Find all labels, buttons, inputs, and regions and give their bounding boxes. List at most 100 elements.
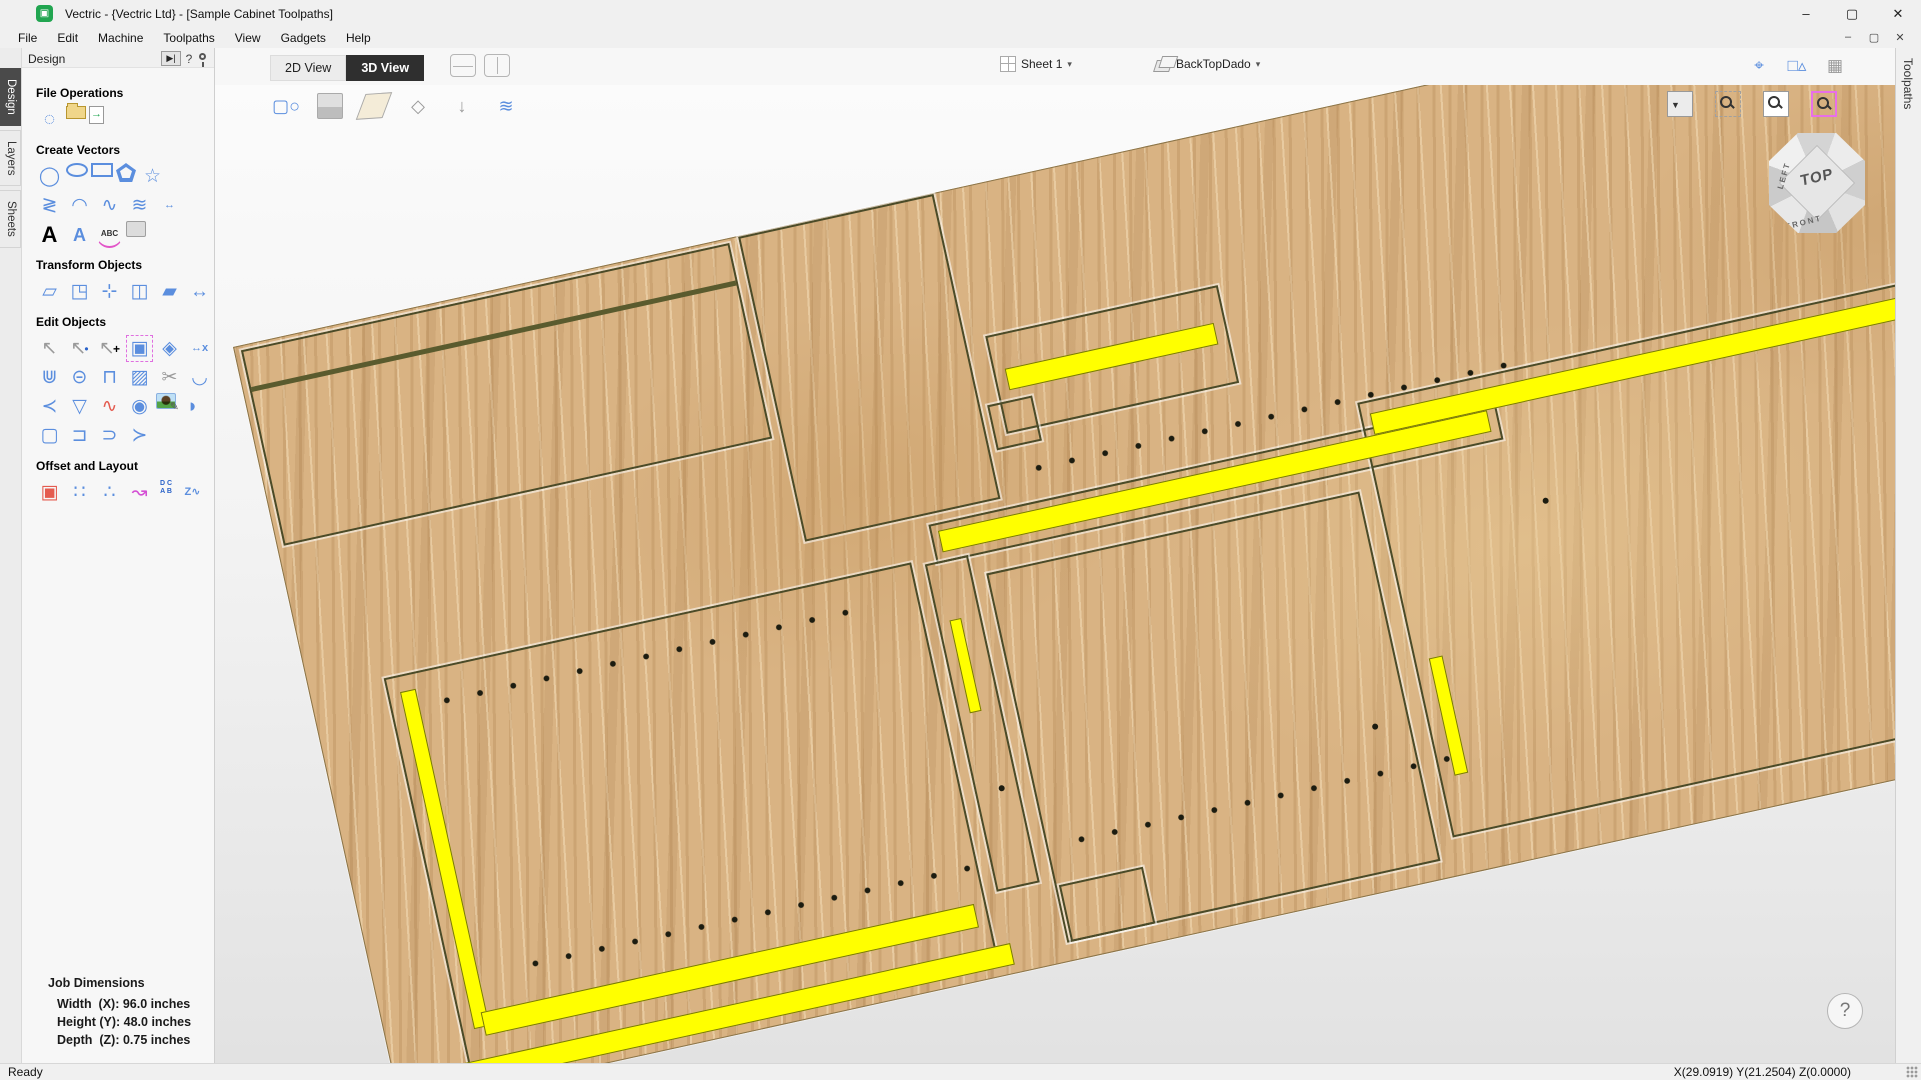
section-title-file-operations: File Operations (36, 86, 214, 100)
toggle-vectors-icon[interactable]: ▢○ (273, 93, 299, 119)
menu-item[interactable]: Machine (88, 29, 153, 47)
text-on-curve-icon[interactable]: ABC (96, 221, 123, 248)
import-vectors-icon[interactable] (89, 106, 104, 124)
panel-title: Design (28, 52, 65, 66)
toolpaths-tab-strip: Toolpaths (1895, 48, 1921, 1063)
tab-toolpaths[interactable]: Toolpaths (1896, 48, 1920, 119)
open-file-icon[interactable] (66, 106, 86, 119)
zoom-to-selection-icon[interactable] (1715, 91, 1741, 117)
draw-star-icon[interactable]: ☆ (139, 163, 166, 190)
weld-vectors-icon[interactable]: ⋓ (36, 364, 63, 391)
smart-snapping-icon[interactable]: □▵ (1785, 53, 1809, 77)
sheet-selector[interactable]: Sheet 1 ▾ (1000, 56, 1072, 72)
side-tab[interactable]: Design (0, 68, 21, 126)
hatch-fill-icon[interactable]: ▨ (126, 364, 153, 391)
grid-snap-icon[interactable]: ▦ (1823, 53, 1847, 77)
fit-curve-icon[interactable]: ∿ (96, 393, 123, 420)
draw-arc-icon[interactable]: ◠ (66, 192, 93, 219)
intersect-vectors-icon[interactable]: ⊓ (96, 364, 123, 391)
snap-geometry-icon[interactable]: ⌖ (1747, 53, 1771, 77)
round-corners-icon[interactable]: ▢ (36, 422, 63, 449)
draw-curve-icon[interactable]: ∿ (96, 192, 123, 219)
menu-item[interactable]: Toolpaths (153, 29, 224, 47)
move-selection-icon[interactable]: ▱ (36, 278, 63, 305)
view-down-z-icon[interactable] (1667, 91, 1693, 117)
extend-vectors-icon[interactable]: ⊃ (96, 422, 123, 449)
interactive-move-tool-icon[interactable]: ↖ (96, 335, 123, 362)
create-text-block-icon[interactable]: A (66, 221, 93, 248)
sharpen-corner-icon[interactable]: ▽ (66, 393, 93, 420)
view-tab[interactable]: 3D View (346, 55, 424, 81)
side-tab[interactable]: Layers (0, 130, 21, 187)
draw-ellipse-icon[interactable] (66, 163, 88, 177)
view-tab[interactable]: 2D View (270, 55, 346, 81)
maximize-button[interactable]: ▢ (1829, 0, 1875, 27)
chamfer-corners-icon[interactable]: ≻ (126, 422, 153, 449)
weld-shapes-icon[interactable]: ◈ (156, 335, 183, 362)
zoom-box-icon[interactable] (1811, 91, 1837, 117)
toggle-origin-axes-icon[interactable]: ↓ (449, 93, 475, 119)
panel-help-icon[interactable]: ? (181, 52, 197, 66)
status-bar: Ready X(29.0919) Y(21.2504) Z(0.0000) (0, 1063, 1921, 1080)
draw-polygon-icon[interactable] (116, 163, 136, 182)
select-tool-icon[interactable]: ↖ (36, 335, 63, 362)
toggle-bitmaps-icon[interactable] (317, 93, 343, 119)
menu-item[interactable]: View (225, 29, 271, 47)
trim-vectors-icon[interactable]: ✂ (156, 364, 183, 391)
help-button[interactable]: ? (1827, 993, 1863, 1029)
pin-icon[interactable] (199, 53, 206, 60)
mdi-restore-button[interactable]: ▢ (1863, 31, 1885, 44)
offset-vectors-icon[interactable]: ▣ (36, 479, 63, 506)
resize-grip-icon[interactable] (1906, 1066, 1918, 1078)
toggle-material-icon[interactable] (356, 92, 392, 120)
measure-tool-icon[interactable]: ↔x (186, 335, 213, 362)
distort-icon[interactable]: ▰ (156, 278, 183, 305)
draw-dimension-icon[interactable]: ↔ (156, 192, 183, 219)
draw-rectangle-icon[interactable] (91, 163, 113, 177)
align-objects-icon[interactable]: ↔ (186, 278, 213, 305)
zigzag-gadget-icon[interactable]: Z∿ (179, 479, 206, 506)
array-copy-icon[interactable]: ∷ (66, 479, 93, 506)
edit-picture-icon[interactable] (156, 393, 176, 409)
menu-item[interactable]: File (8, 29, 47, 47)
side-tab[interactable]: Sheets (0, 190, 21, 248)
subtract-vectors-icon[interactable]: ⊝ (66, 364, 93, 391)
trace-bitmap-icon[interactable] (126, 221, 146, 237)
node-edit-tool-icon[interactable]: ↖ (66, 335, 93, 362)
circular-copy-icon[interactable]: ∴ (96, 479, 123, 506)
section-title-transform-objects: Transform Objects (36, 258, 214, 272)
draw-circle-icon[interactable]: ◯ (36, 163, 63, 190)
box-select-icon[interactable]: ▣ (126, 335, 153, 362)
split-vertical-icon[interactable] (484, 54, 510, 77)
mirror-icon[interactable]: ◫ (126, 278, 153, 305)
toggle-wireframe-icon[interactable]: ◇ (405, 93, 431, 119)
nesting-icon[interactable] (156, 479, 176, 497)
viewport-3d[interactable]: ▢○ ◇ ↓ ≋ (215, 85, 1895, 1063)
arc-fit-icon[interactable]: ◡ (186, 364, 213, 391)
close-button[interactable]: ✕ (1875, 0, 1921, 27)
menu-item[interactable]: Gadgets (271, 29, 336, 47)
menu-item[interactable]: Help (336, 29, 381, 47)
job-setup-icon[interactable]: ◌ (36, 106, 63, 133)
join-vectors-icon[interactable]: ⊐ (66, 422, 93, 449)
copy-along-vectors-icon[interactable]: ↝ (126, 479, 153, 506)
menu-item[interactable]: Edit (47, 29, 88, 47)
close-vector-icon[interactable]: ◗ (179, 393, 206, 420)
mdi-minimize-button[interactable]: – (1837, 31, 1859, 44)
minimize-button[interactable]: – (1783, 0, 1829, 27)
toolpath-selector[interactable]: BackTopDado ▾ (1155, 56, 1260, 72)
toggle-toolpaths-icon[interactable]: ≋ (493, 93, 519, 119)
create-text-icon[interactable]: A (36, 221, 63, 248)
center-in-material-icon[interactable]: ⊹ (96, 278, 123, 305)
fillet-corner-icon[interactable]: ≺ (36, 393, 63, 420)
zoom-to-drawing-icon[interactable] (1763, 91, 1789, 117)
view-cube[interactable]: TOP FRONT LEFT (1769, 133, 1865, 233)
set-size-icon[interactable]: ◳ (66, 278, 93, 305)
application-window: ▣ Vectric - {Vectric Ltd} - [Sample Cabi… (0, 0, 1921, 1080)
offset-selected-icon[interactable]: ◉ (126, 393, 153, 420)
mdi-close-button[interactable]: ✕ (1889, 31, 1911, 44)
panel-collapse-button[interactable]: ▶| (161, 51, 181, 66)
draw-polyline-icon[interactable]: ≷ (36, 192, 63, 219)
draw-texture-icon[interactable]: ≋ (126, 192, 153, 219)
split-horizontal-icon[interactable] (450, 54, 476, 77)
